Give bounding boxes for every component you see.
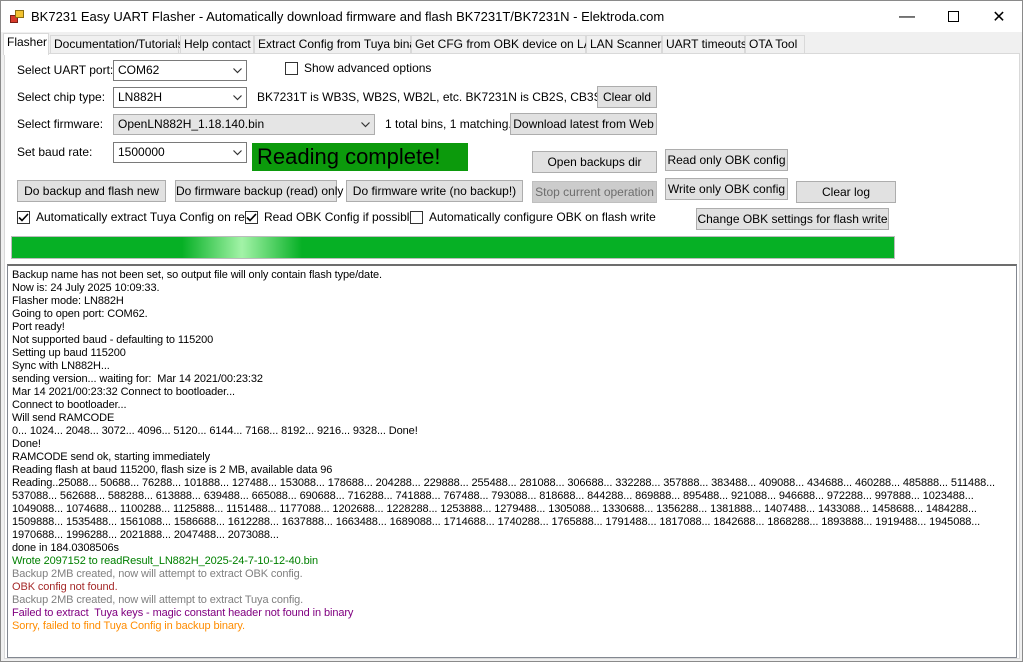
log-line: 0... 1024... 2048... 3072... 4096... 512… bbox=[12, 425, 418, 437]
log-line: Reading..25088... 50688... 76288... 1018… bbox=[12, 477, 995, 489]
uart-port-label: Select UART port: bbox=[17, 63, 114, 77]
uart-port-value: COM62 bbox=[118, 63, 160, 77]
auto-extract-tuya-checkbox[interactable]: Automatically extract Tuya Config on rea… bbox=[17, 209, 258, 225]
log-line: done in 184.0308506s bbox=[12, 542, 119, 554]
log-line: Wrote 2097152 to readResult_LN882H_2025-… bbox=[12, 555, 318, 567]
log-line: 1970688... 1996288... 2021888... 2047488… bbox=[12, 529, 279, 541]
backup-and-flash-button[interactable]: Do backup and flash new bbox=[17, 180, 166, 202]
progress-glow bbox=[182, 237, 302, 258]
log-line: Will send RAMCODE bbox=[12, 412, 115, 424]
auto-configure-obk-checkbox[interactable]: Automatically configure OBK on flash wri… bbox=[410, 209, 656, 225]
read-obk-checkbox[interactable]: Read OBK Config if possible bbox=[245, 209, 416, 225]
chip-type-label: Select chip type: bbox=[17, 90, 106, 104]
firmware-backup-button[interactable]: Do firmware backup (read) only bbox=[175, 180, 343, 202]
firmware-write-button[interactable]: Do firmware write (no backup!) bbox=[346, 180, 523, 202]
tab-extract-config[interactable]: Extract Config from Tuya binary bbox=[254, 35, 426, 54]
log-line: 1509888... 1535488... 1561088... 1586688… bbox=[12, 516, 981, 528]
log-line: Done! bbox=[12, 438, 41, 450]
log-line: Setting up baud 115200 bbox=[12, 347, 126, 359]
log-line: OBK config not found. bbox=[12, 581, 118, 593]
maximize-button[interactable] bbox=[930, 1, 976, 32]
log-line: Backup name has not been set, so output … bbox=[12, 269, 383, 281]
advanced-options-label: Show advanced options bbox=[304, 61, 432, 75]
chip-info-text: BK7231T is WB3S, WB2S, WB2L, etc. BK7231… bbox=[257, 90, 625, 104]
log-line: Port ready! bbox=[12, 321, 65, 333]
minimize-button[interactable]: — bbox=[884, 1, 930, 32]
log-line: Reading flash at baud 115200, flash size… bbox=[12, 464, 333, 476]
log-line: Sync with LN882H... bbox=[12, 360, 110, 372]
auto-extract-tuya-label: Automatically extract Tuya Config on rea… bbox=[36, 210, 259, 224]
tab-uart-timeouts[interactable]: UART timeouts bbox=[662, 35, 747, 54]
advanced-options-checkbox[interactable]: Show advanced options bbox=[285, 60, 431, 76]
window-title: BK7231 Easy UART Flasher - Automatically… bbox=[31, 9, 665, 24]
clear-old-button[interactable]: Clear old bbox=[597, 86, 657, 108]
stop-operation-button[interactable]: Stop current operation bbox=[532, 181, 657, 203]
tab-help-contact[interactable]: Help contact bbox=[180, 35, 254, 54]
maximize-icon bbox=[947, 11, 959, 22]
tab-flasher[interactable]: Flasher bbox=[3, 33, 49, 55]
chevron-down-icon bbox=[230, 143, 244, 162]
log-line: RAMCODE send ok, starting immediately bbox=[12, 451, 211, 463]
firmware-label: Select firmware: bbox=[17, 117, 104, 131]
status-banner: Reading complete! bbox=[252, 143, 468, 171]
baud-rate-select[interactable]: 1500000 bbox=[113, 142, 247, 163]
baud-rate-value: 1500000 bbox=[118, 145, 165, 159]
read-only-obk-button[interactable]: Read only OBK config bbox=[665, 149, 788, 171]
log-line: Not supported baud - defaulting to 11520… bbox=[12, 334, 214, 346]
progress-fill bbox=[12, 237, 894, 258]
checkmark-icon bbox=[17, 210, 30, 224]
log-output[interactable]: Backup name has not been set, so output … bbox=[7, 264, 1017, 658]
log-line: Connect to bootloader... bbox=[12, 399, 127, 411]
chip-type-value: LN882H bbox=[118, 90, 163, 104]
log-line: Backup 2MB created, now will attempt to … bbox=[12, 568, 303, 580]
firmware-value: OpenLN882H_1.18.140.bin bbox=[118, 117, 265, 131]
firmware-select[interactable]: OpenLN882H_1.18.140.bin bbox=[113, 114, 375, 135]
title-bar[interactable]: BK7231 Easy UART Flasher - Automatically… bbox=[1, 1, 1022, 32]
log-line: Flasher mode: LN882H bbox=[12, 295, 124, 307]
checkbox-empty-icon bbox=[410, 210, 423, 224]
flasher-window: BK7231 Easy UART Flasher - Automatically… bbox=[0, 0, 1023, 662]
clear-log-button[interactable]: Clear log bbox=[796, 181, 896, 203]
tab-documentation[interactable]: Documentation/Tutorials bbox=[50, 35, 184, 54]
chevron-down-icon bbox=[230, 61, 244, 80]
bins-info-text: 1 total bins, 1 matching. bbox=[385, 117, 512, 131]
log-line: 537088... 562688... 588288... 613888... … bbox=[12, 490, 974, 502]
log-line: Now is: 24 July 2025 10:09:33. bbox=[12, 282, 160, 294]
read-obk-label: Read OBK Config if possible bbox=[264, 210, 417, 224]
log-line: sending version... waiting for: Mar 14 2… bbox=[12, 373, 263, 385]
log-line: Backup 2MB created, now will attempt to … bbox=[12, 594, 304, 606]
tab-strip: Flasher Documentation/Tutorials Help con… bbox=[3, 33, 1020, 55]
chevron-down-icon bbox=[358, 115, 372, 134]
tab-lan-scanner[interactable]: LAN Scanner bbox=[586, 35, 662, 54]
checkmark-icon bbox=[245, 210, 258, 224]
app-icon bbox=[10, 10, 24, 23]
download-latest-button[interactable]: Download latest from Web bbox=[510, 113, 657, 135]
log-line: Going to open port: COM62. bbox=[12, 308, 148, 320]
chip-type-select[interactable]: LN882H bbox=[113, 87, 247, 108]
tab-get-cfg-obk[interactable]: Get CFG from OBK device on LAN bbox=[411, 35, 600, 54]
uart-port-select[interactable]: COM62 bbox=[113, 60, 247, 81]
progress-bar bbox=[11, 236, 895, 259]
open-backups-button[interactable]: Open backups dir bbox=[532, 151, 657, 173]
auto-configure-obk-label: Automatically configure OBK on flash wri… bbox=[429, 210, 656, 224]
log-line: Mar 14 2021/00:23:32 Connect to bootload… bbox=[12, 386, 235, 398]
tab-ota-tool[interactable]: OTA Tool bbox=[745, 35, 805, 54]
baud-rate-label: Set baud rate: bbox=[17, 145, 93, 159]
close-button[interactable]: ✕ bbox=[976, 1, 1022, 32]
log-line: 1049088... 1074688... 1100288... 1125888… bbox=[12, 503, 977, 515]
write-only-obk-button[interactable]: Write only OBK config bbox=[665, 178, 788, 200]
checkbox-empty-icon bbox=[285, 61, 298, 75]
change-obk-settings-button[interactable]: Change OBK settings for flash write bbox=[696, 208, 889, 230]
chevron-down-icon bbox=[230, 88, 244, 107]
log-line: Failed to extract Tuya keys - magic cons… bbox=[12, 607, 354, 619]
log-line: Sorry, failed to find Tuya Config in bac… bbox=[12, 620, 245, 632]
